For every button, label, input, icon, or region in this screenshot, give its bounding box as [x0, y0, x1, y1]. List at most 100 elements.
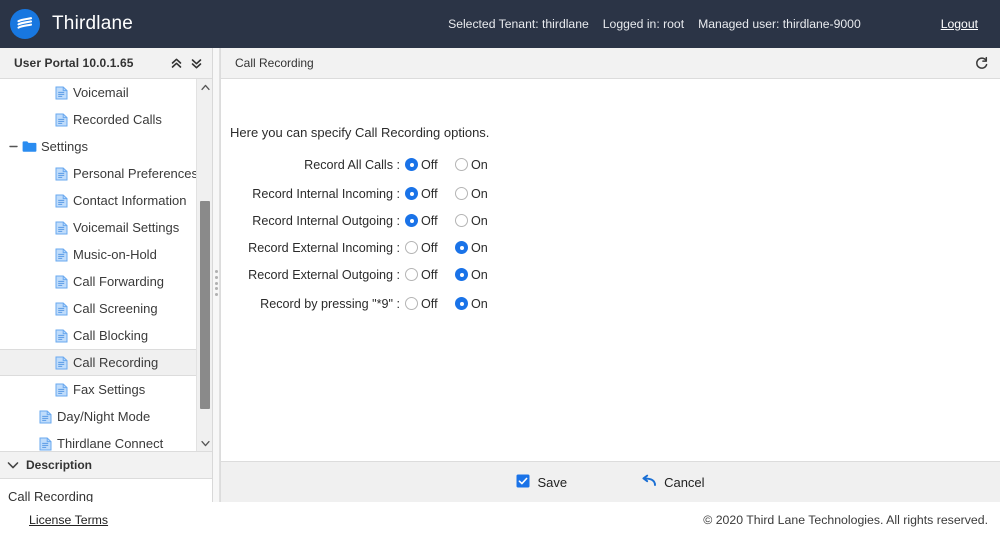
radio-button[interactable]	[405, 187, 418, 200]
splitter-handle[interactable]	[215, 270, 218, 296]
radio-option-on[interactable]: On	[455, 187, 488, 201]
radio-button[interactable]	[455, 214, 468, 227]
sidebar-splitter[interactable]	[213, 48, 220, 502]
option-label: Record All Calls :	[304, 157, 400, 172]
radio-option-off[interactable]: Off	[405, 297, 439, 311]
logout-link[interactable]: Logout	[941, 17, 978, 31]
radio-button[interactable]	[405, 268, 418, 281]
option-row: Record by pressing "*9" : Off On	[221, 293, 1000, 314]
navigation-tree-viewport: Voicemail Recorded Calls Settings Personal …	[0, 79, 212, 451]
radio-option-label: Off	[421, 157, 438, 172]
save-button[interactable]: Save	[516, 474, 567, 491]
cancel-button-label: Cancel	[664, 474, 705, 490]
option-label: Record Internal Incoming :	[252, 186, 400, 201]
chevron-up-icon[interactable]	[197, 79, 213, 95]
save-checkbox-icon	[516, 474, 530, 491]
chevron-down-icon	[0, 461, 26, 470]
sidebar-item-recorded-calls[interactable]: Recorded Calls	[0, 106, 196, 133]
document-icon	[52, 113, 70, 127]
sidebar-item-label: Contact Information	[73, 193, 187, 208]
sidebar-item-label: Voicemail Settings	[73, 220, 180, 235]
sidebar-item-call-forwarding[interactable]: Call Forwarding	[0, 268, 196, 295]
sidebar-item-call-screening[interactable]: Call Screening	[0, 295, 196, 322]
save-button-label: Save	[537, 474, 568, 490]
radio-option-off[interactable]: Off	[405, 158, 439, 172]
option-choices: Off On	[405, 187, 488, 201]
sidebar-item-day-night-mode[interactable]: Day/Night Mode	[0, 403, 196, 430]
radio-option-label: Off	[421, 296, 438, 311]
sidebar: User Portal 10.0.1.65 Voicemail Recorded…	[0, 48, 213, 515]
sidebar-item-label: Call Blocking	[73, 328, 149, 343]
radio-button[interactable]	[455, 241, 468, 254]
sidebar-item-label: Fax Settings	[73, 382, 146, 397]
radio-option-on[interactable]: On	[455, 241, 488, 255]
radio-button[interactable]	[455, 187, 468, 200]
radio-option-on[interactable]: On	[455, 214, 488, 228]
radio-button[interactable]	[405, 158, 418, 171]
radio-button[interactable]	[405, 297, 418, 310]
sidebar-item-label: Personal Preferences	[73, 166, 199, 181]
sidebar-item-music-on-hold[interactable]: Music-on-Hold	[0, 241, 196, 268]
document-icon	[52, 302, 70, 316]
radio-option-off[interactable]: Off	[405, 241, 439, 255]
radio-option-label: Off	[421, 267, 438, 282]
sidebar-item-fax-settings[interactable]: Fax Settings	[0, 376, 196, 403]
radio-button[interactable]	[405, 241, 418, 254]
radio-option-on[interactable]: On	[455, 268, 488, 282]
cancel-button[interactable]: Cancel	[641, 474, 705, 491]
sidebar-item-call-blocking[interactable]: Call Blocking	[0, 322, 196, 349]
radio-button[interactable]	[455, 297, 468, 310]
radio-option-off[interactable]: Off	[405, 268, 439, 282]
radio-option-on[interactable]: On	[455, 158, 488, 172]
collapse-expander-icon[interactable]	[6, 142, 20, 151]
radio-button[interactable]	[455, 158, 468, 171]
option-choices: Off On	[405, 241, 488, 255]
intro-text: Here you can specify Call Recording opti…	[230, 125, 490, 140]
radio-option-off[interactable]: Off	[405, 214, 439, 228]
option-choices: Off On	[405, 268, 488, 282]
sidebar-item-contact-information[interactable]: Contact Information	[0, 187, 196, 214]
option-label: Record Internal Outgoing :	[252, 213, 400, 228]
brand: Thirdlane	[10, 9, 133, 39]
sidebar-item-label: Voicemail	[73, 85, 129, 100]
option-row: Record Internal Outgoing : Off On	[221, 210, 1000, 231]
sidebar-item-label: Music-on-Hold	[73, 247, 157, 262]
document-icon	[36, 410, 54, 424]
sidebar-item-voicemail-settings[interactable]: Voicemail Settings	[0, 214, 196, 241]
document-icon	[52, 356, 70, 370]
sidebar-item-label: Recorded Calls	[73, 112, 162, 127]
sidebar-item-label: Call Forwarding	[73, 274, 165, 289]
radio-option-label: Off	[421, 186, 438, 201]
double-chevron-down-icon[interactable]	[186, 53, 206, 73]
sidebar-item-personal-preferences[interactable]: Personal Preferences	[0, 160, 199, 187]
sidebar-scrollbar[interactable]	[196, 79, 212, 451]
radio-option-off[interactable]: Off	[405, 187, 439, 201]
scrollbar-thumb[interactable]	[200, 201, 210, 409]
sidebar-item-voicemail[interactable]: Voicemail	[0, 79, 196, 106]
chevron-down-icon[interactable]	[197, 435, 213, 451]
thirdlane-waves-icon	[10, 9, 40, 39]
radio-option-on[interactable]: On	[455, 297, 488, 311]
sidebar-item-settings[interactable]: Settings	[0, 133, 196, 160]
copyright-text: © 2020 Third Lane Technologies. All righ…	[703, 512, 988, 527]
radio-option-label: Off	[421, 240, 438, 255]
radio-option-label: On	[471, 186, 488, 201]
option-choices: Off On	[405, 214, 488, 228]
app-root: Thirdlane Selected Tenant: thirdlane Log…	[0, 0, 1000, 537]
page-footer: License Terms © 2020 Third Lane Technolo…	[0, 502, 1000, 537]
sidebar-item-call-recording[interactable]: Call Recording	[0, 349, 196, 376]
description-panel-header[interactable]: Description	[0, 451, 212, 479]
document-icon	[52, 194, 70, 208]
document-icon	[52, 221, 70, 235]
refresh-icon[interactable]	[970, 52, 992, 74]
panel-header: Call Recording	[221, 48, 1000, 79]
document-icon	[36, 437, 54, 451]
document-icon	[52, 167, 70, 181]
sidebar-title: User Portal 10.0.1.65	[14, 56, 134, 70]
radio-button[interactable]	[405, 214, 418, 227]
sidebar-item-thirdlane-connect[interactable]: Thirdlane Connect	[0, 430, 196, 451]
radio-button[interactable]	[455, 268, 468, 281]
double-chevron-up-icon[interactable]	[166, 53, 186, 73]
option-choices: Off On	[405, 297, 488, 311]
license-terms-link[interactable]: License Terms	[29, 513, 108, 527]
